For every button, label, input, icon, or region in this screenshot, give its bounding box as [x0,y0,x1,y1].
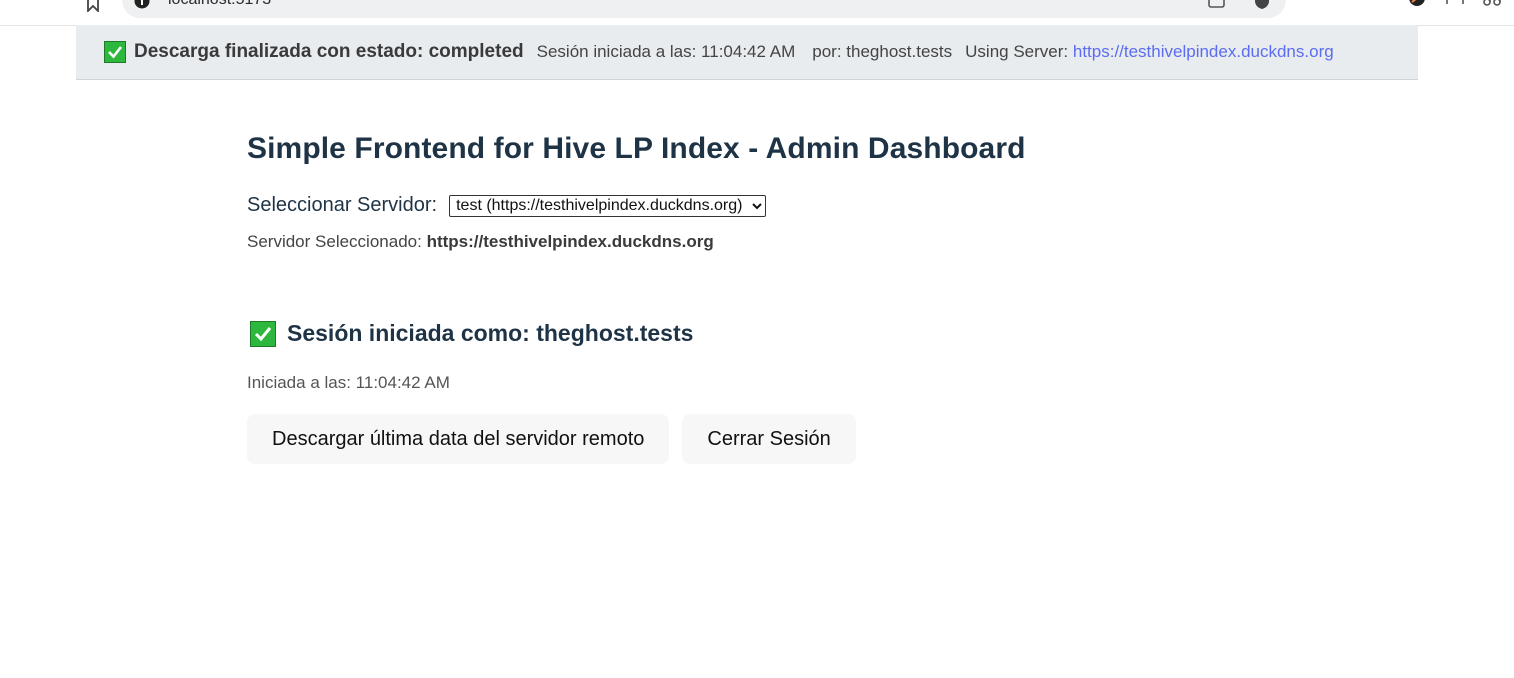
server-select-label: Seleccionar Servidor: [247,194,438,216]
logout-button[interactable]: Cerrar Sesión [682,414,856,464]
download-status: Descarga finalizada con estado: complete… [134,41,524,62]
check-icon [250,320,276,347]
page-title: Simple Frontend for Hive LP Index - Admi… [247,132,1026,165]
puzzle-icon[interactable] [1444,0,1466,10]
browser-toolbar: localhost:5173 [0,0,1514,26]
site-info-icon[interactable] [134,0,150,9]
selected-server: Servidor Seleccionado: https://testhivel… [247,232,1247,252]
check-icon [104,41,126,63]
server-select-row: Seleccionar Servidor: test (https://test… [247,194,1247,217]
session-title-text: Sesión iniciada como: theghost.tests [287,320,694,346]
action-buttons: Descargar última data del servidor remot… [247,414,1247,464]
selected-server-label: Servidor Seleccionado: [247,232,422,251]
session-user: por: theghost.tests [812,42,953,61]
install-app-icon[interactable] [1207,0,1227,10]
session-title: Sesión iniciada como: theghost.tests [247,320,1247,347]
server-label: Using Server: [965,42,1069,61]
server-select[interactable]: test (https://testhivelpindex.duckdns.or… [449,194,767,217]
bookmark-icon[interactable] [84,0,102,12]
session-time: Sesión iniciada a las: 11:04:42 AM [536,42,796,61]
selected-server-value: https://testhivelpindex.duckdns.org [426,232,714,251]
extension-icon[interactable] [1406,0,1428,10]
media-icon[interactable] [1481,0,1503,10]
download-data-button[interactable]: Descargar última data del servidor remot… [247,414,670,464]
main-content: Simple Frontend for Hive LP Index - Admi… [247,132,1247,464]
session-started: Iniciada a las: 11:04:42 AM [247,373,450,392]
address-bar[interactable] [122,0,1286,18]
shield-icon[interactable] [1252,0,1272,10]
server-info: Using Server: https://testhivelpindex.du… [965,42,1334,62]
server-link[interactable]: https://testhivelpindex.duckdns.org [1073,42,1334,61]
url-text[interactable]: localhost:5173 [168,0,271,9]
status-bar: Descarga finalizada con estado: complete… [76,25,1418,80]
